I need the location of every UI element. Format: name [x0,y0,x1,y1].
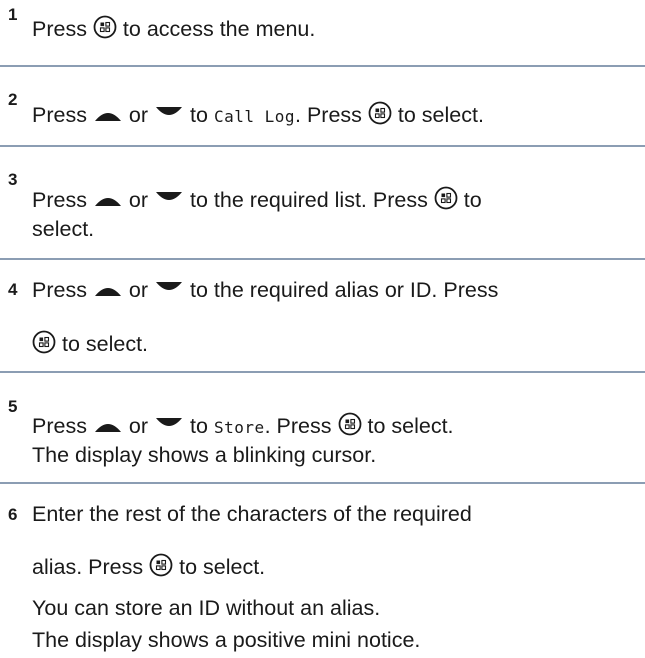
step-number: 2 [8,90,18,109]
menu-item-call-log: Call Log [213,107,295,126]
step-text: You can store an ID without an alias. [32,596,381,620]
step-text: select. [32,217,95,241]
step-text: Press or to Call Log. Press to select. [32,101,484,127]
down-arrow-icon [156,107,183,116]
up-arrow-icon [94,113,121,122]
step-text: The display shows a blinking cursor. [32,443,377,467]
step-text: Press or to the required list. Press to [32,186,482,212]
step-text: alias. Press to select. [32,553,266,579]
step-number: 5 [8,397,18,416]
step-number: 6 [8,505,18,524]
step-text: Enter the rest of the characters of the … [32,502,472,526]
step-number: 3 [8,170,18,189]
step-divider [0,371,645,373]
step-divider [0,65,645,67]
step-divider [0,258,645,260]
menu-ok-button-icon [93,15,117,39]
menu-ok-button-icon [434,186,458,210]
step-text: Press to access the menu. [32,15,316,41]
up-arrow-icon [94,288,121,297]
step-text: to select. [32,330,148,357]
menu-item-store: Store [213,418,265,437]
step-number: 4 [8,280,18,299]
step-text: The display shows a positive mini notice… [32,628,421,652]
menu-ok-button-icon [338,412,361,436]
menu-ok-button-icon [368,101,392,125]
step-divider [0,145,645,147]
down-arrow-icon [156,282,183,291]
menu-ok-button-icon [149,553,173,577]
down-arrow-icon [156,192,183,201]
step-number: 1 [8,5,18,24]
step-text: Press or to the required alias or ID. Pr… [32,278,499,302]
up-arrow-icon [94,198,121,207]
down-arrow-icon [156,418,183,427]
menu-ok-button-icon [32,330,56,354]
step-text: Press or to Store. Press to select. [32,412,454,438]
step-divider [0,482,645,484]
up-arrow-icon [94,424,121,433]
